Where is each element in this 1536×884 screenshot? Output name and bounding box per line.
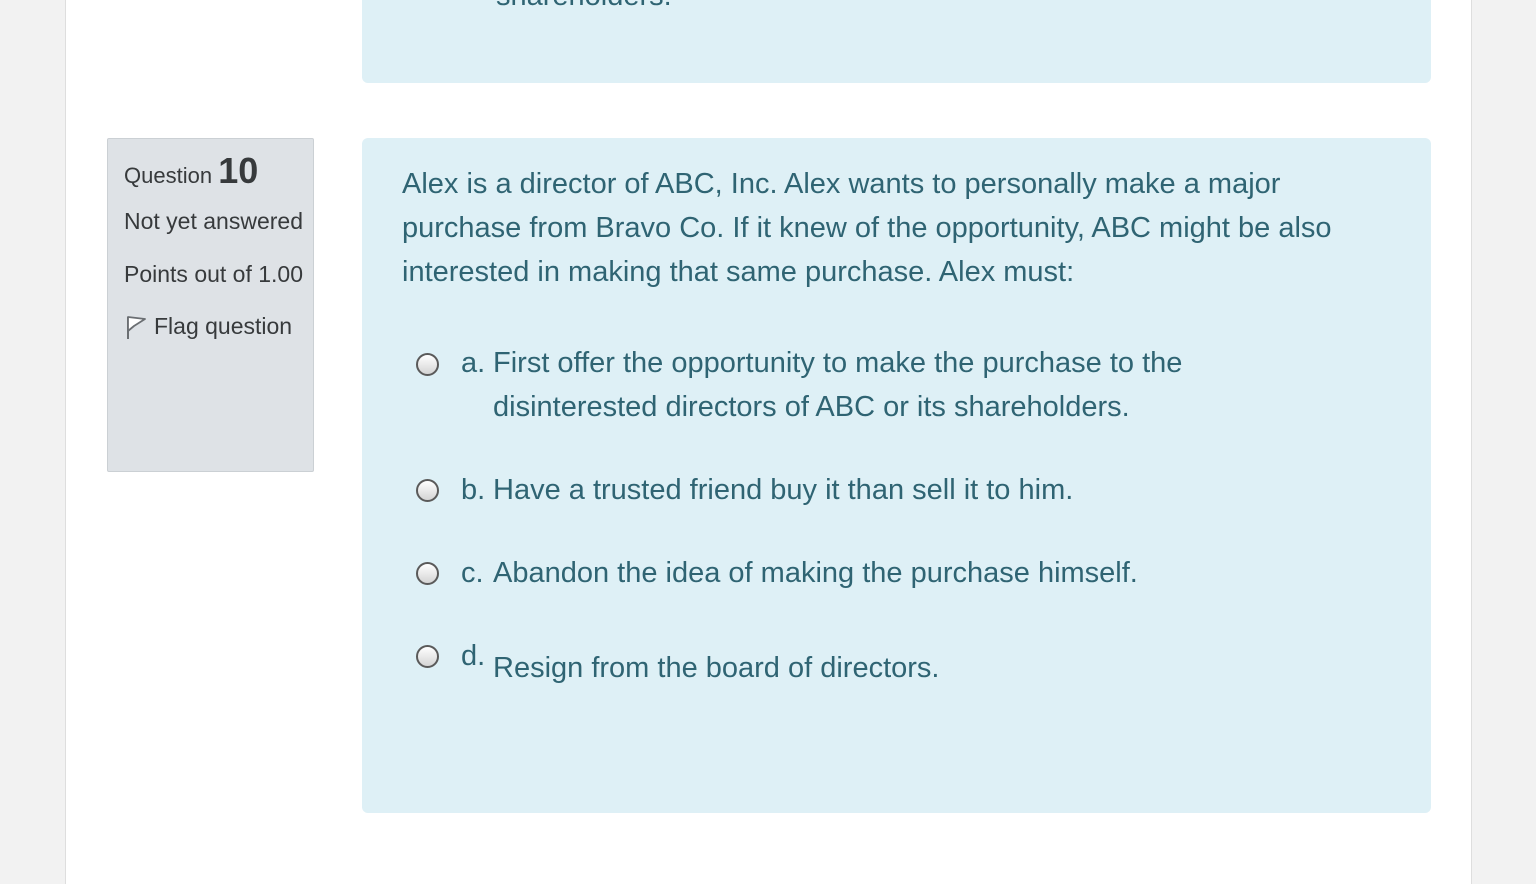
previous-question-text-fragment: shareholders.: [496, 0, 672, 13]
question-info-panel: Question 10 Not yet answered Points out …: [107, 138, 314, 472]
answer-text-a: First offer the opportunity to make the …: [493, 347, 1183, 423]
radio-option-d[interactable]: [416, 645, 439, 668]
previous-question-formulation: shareholders.: [362, 0, 1431, 83]
question-number: 10: [218, 150, 259, 191]
radio-option-c[interactable]: [416, 562, 439, 585]
radio-option-b[interactable]: [416, 479, 439, 502]
flag-icon: [127, 316, 146, 339]
question-grade: Points out of 1.00: [124, 261, 304, 287]
answer-text-b: Have a trusted friend buy it than sell i…: [493, 474, 1074, 506]
question-label: Question: [124, 163, 213, 188]
question-state: Not yet answered: [124, 208, 303, 234]
quiz-page: shareholders. Question 10 Not yet answer…: [65, 0, 1472, 884]
answer-text-d: Resign from the board of directors.: [493, 652, 940, 684]
answer-letter-b: b.: [461, 474, 486, 506]
flag-question-label: Flag question: [154, 313, 293, 339]
radio-option-a[interactable]: [416, 353, 439, 376]
answer-letter-d: d.: [461, 640, 486, 672]
question-formulation: Alex is a director of ABC, Inc. Alex wan…: [362, 138, 1431, 813]
flag-question-button[interactable]: Flag question: [124, 308, 303, 344]
answer-text-c: Abandon the idea of making the purchase …: [493, 557, 1138, 589]
answer-letter-a: a.: [461, 347, 486, 379]
question-text: Alex is a director of ABC, Inc. Alex wan…: [402, 168, 1332, 288]
answer-letter-c: c.: [461, 557, 484, 589]
question-number-heading: Question 10: [124, 153, 303, 189]
